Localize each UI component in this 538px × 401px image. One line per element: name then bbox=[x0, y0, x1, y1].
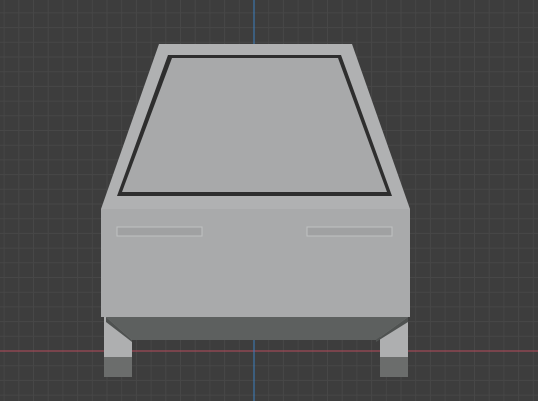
car-model[interactable] bbox=[101, 44, 410, 377]
right-headlight[interactable] bbox=[306, 226, 393, 237]
front-bumper[interactable] bbox=[106, 317, 408, 340]
left-wheel-lower bbox=[104, 357, 132, 377]
right-wheel-lower bbox=[380, 357, 408, 377]
viewport-canvas[interactable] bbox=[0, 0, 538, 401]
left-headlight[interactable] bbox=[116, 226, 203, 237]
3d-viewport[interactable] bbox=[0, 0, 538, 401]
front-body-panel[interactable] bbox=[101, 209, 410, 317]
